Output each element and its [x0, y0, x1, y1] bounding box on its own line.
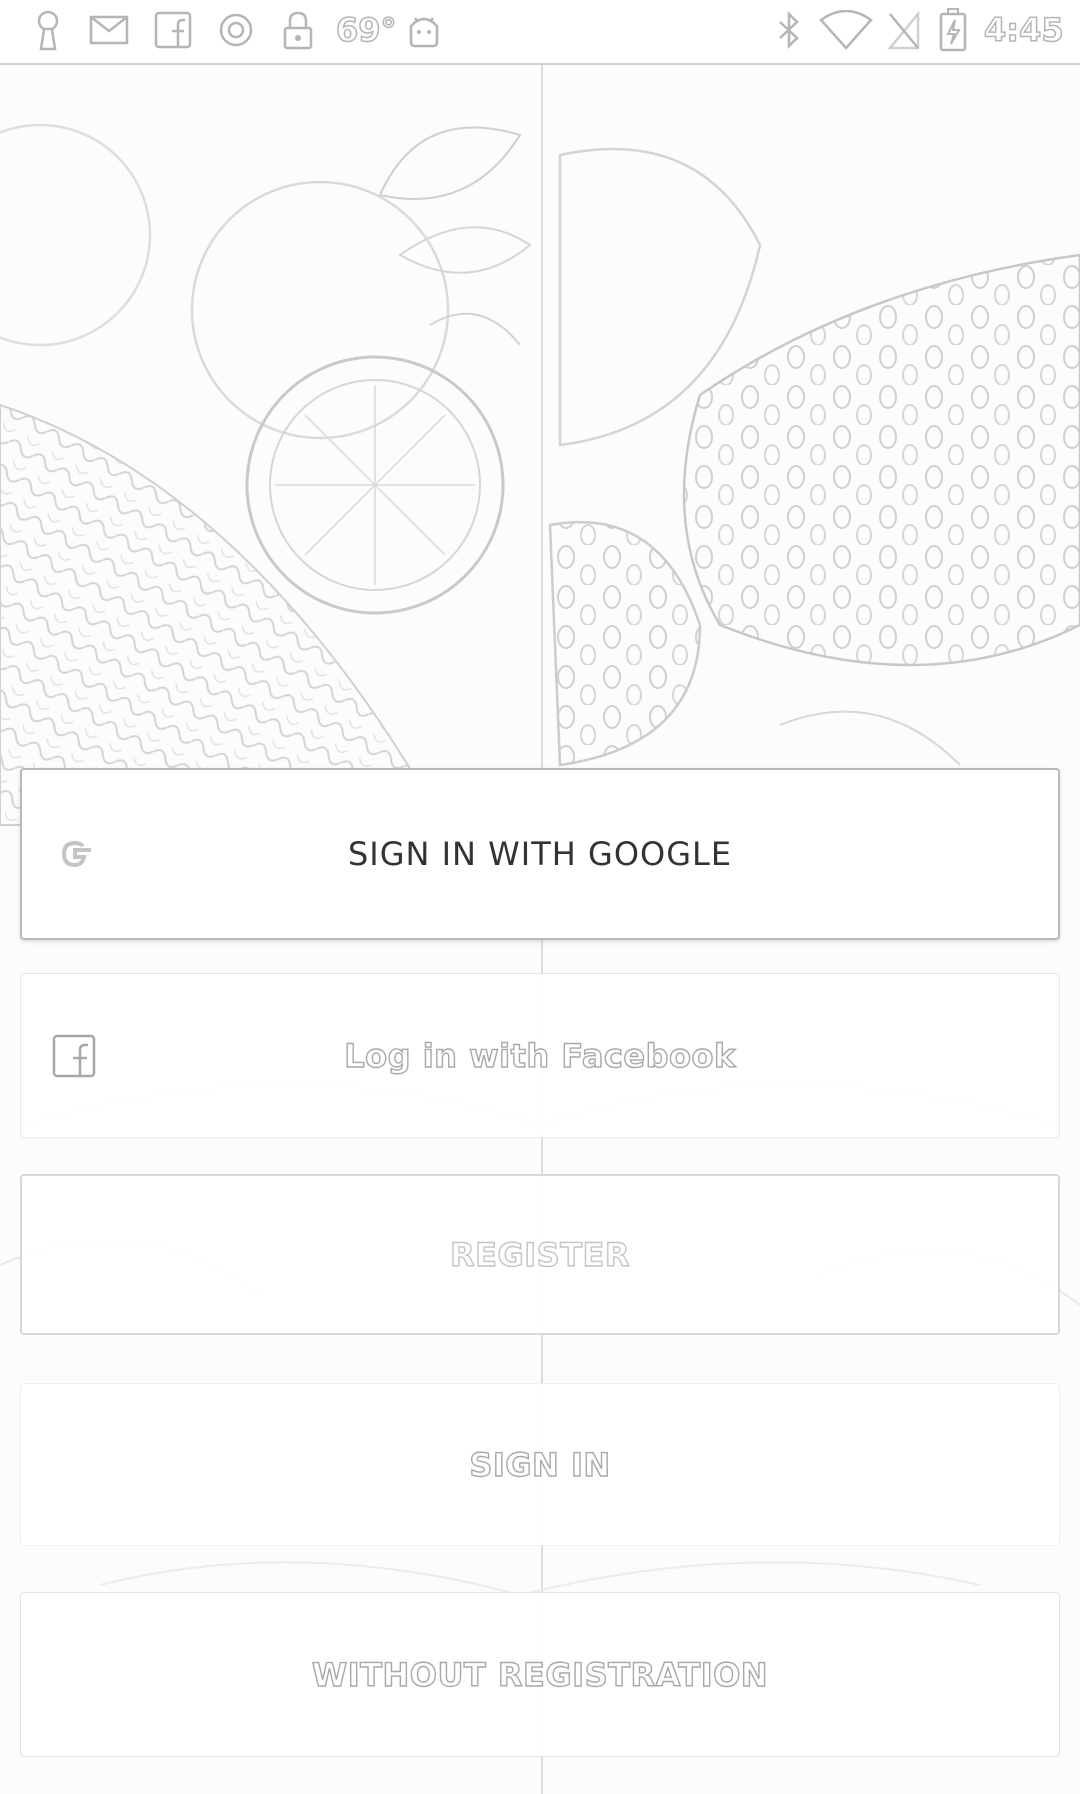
google-icon [50, 829, 100, 879]
mail-icon [88, 8, 130, 52]
sign-in-button-label: SIGN IN [469, 1445, 611, 1484]
log-in-with-facebook-button[interactable]: Log in with Facebook [20, 973, 1060, 1138]
data-saver-icon [216, 8, 256, 52]
google-button-label: SIGN IN WITH GOOGLE [347, 835, 733, 873]
sign-in-button[interactable]: SIGN IN [20, 1383, 1060, 1546]
sign-in-with-google-button[interactable]: SIGN IN WITH GOOGLE [20, 768, 1060, 940]
android-icon [404, 8, 444, 52]
keyhole-icon [30, 8, 66, 52]
facebook-button-label: Log in with Facebook [344, 1036, 736, 1075]
facebook-icon [49, 1031, 99, 1081]
register-button-label: REGISTER [449, 1235, 631, 1274]
wifi-icon [818, 8, 874, 52]
status-bar: 69° 4:45 [0, 0, 1080, 65]
battery-charging-icon [936, 8, 970, 52]
clock-text: 4:45 [983, 10, 1064, 50]
lock-icon [280, 8, 316, 52]
bluetooth-icon [772, 8, 806, 52]
without-registration-button-label: WITHOUT REGISTRATION [311, 1655, 769, 1694]
temperature-text: 69° [335, 10, 397, 50]
no-sim-icon [884, 8, 924, 52]
register-button[interactable]: REGISTER [20, 1174, 1060, 1335]
facebook-icon [152, 8, 194, 52]
without-registration-button[interactable]: WITHOUT REGISTRATION [20, 1592, 1060, 1757]
